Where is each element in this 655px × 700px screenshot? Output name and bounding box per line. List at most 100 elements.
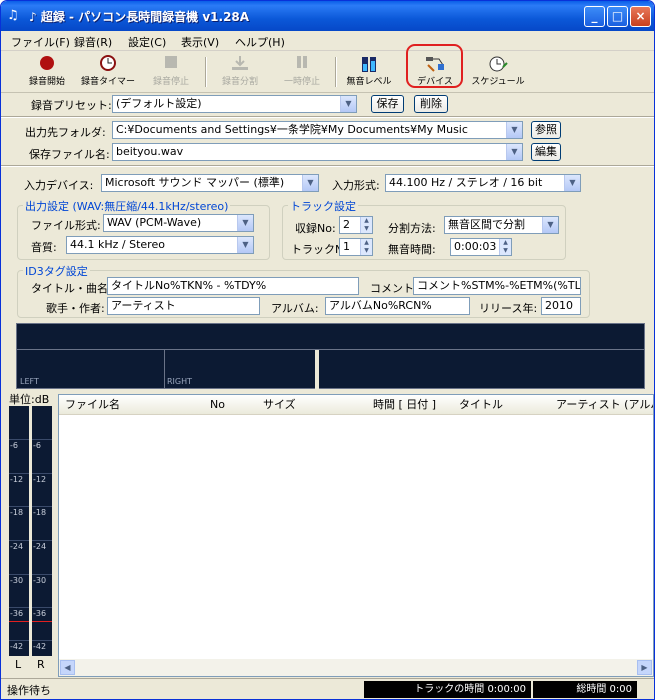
vu-tick-line — [9, 607, 29, 608]
column-time[interactable]: 時間 [ 日付 ] — [297, 395, 453, 415]
album-field[interactable]: アルバムNo%RCN% — [325, 297, 470, 315]
title-bar[interactable]: ♫ ♪ 超録 - パソコン長時間録音機 v1.28A _ □ × — [1, 1, 654, 31]
input-format-label: 入力形式: — [332, 179, 380, 192]
vu-tick-label: -18 — [33, 508, 47, 517]
record-stop-button[interactable]: 録音停止 — [143, 55, 199, 89]
vu-tick-label: -6 — [10, 441, 18, 450]
silence-time-label: 無音時間: — [388, 243, 436, 256]
stepper-arrows-icon[interactable]: ▲ ▼ — [499, 239, 511, 255]
vu-tick-label: -30 — [33, 576, 47, 585]
vu-tick-label: -12 — [10, 475, 24, 484]
file-format-label: ファイル形式: — [31, 219, 101, 232]
vu-tick-label: -18 — [10, 508, 24, 517]
vu-threshold-line — [9, 621, 29, 622]
input-format-select[interactable]: 44.100 Hz / ステレオ / 16 bit ▼ — [385, 174, 581, 192]
split-icon — [212, 55, 268, 73]
track-time-display: トラックの時間 0:00:00 — [364, 681, 531, 698]
vu-tick-label: -6 — [33, 441, 41, 450]
meter-divider — [164, 350, 165, 389]
rec-no-stepper[interactable]: 2 ▲ ▼ — [339, 216, 373, 234]
input-device-select[interactable]: Microsoft サウンド マッパー (標準) ▼ — [101, 174, 319, 192]
minimize-button[interactable]: _ — [584, 6, 605, 27]
meter-divider — [17, 349, 644, 350]
chevron-down-icon: ▼ — [340, 96, 356, 112]
output-settings-title: 出力設定 (WAV:無圧縮/44.1kHz/stereo) — [23, 198, 231, 214]
vu-tick-label: -42 — [10, 642, 24, 651]
stepper-arrows-icon[interactable]: ▲ ▼ — [360, 217, 372, 233]
quality-label: 音質: — [31, 241, 57, 254]
track-no-stepper[interactable]: 1 ▲ ▼ — [339, 238, 373, 256]
preset-save-button[interactable]: 保存 — [371, 95, 404, 113]
save-filename-select[interactable]: beityou.wav ▼ — [112, 143, 523, 161]
chevron-down-icon: ▼ — [542, 217, 558, 233]
close-button[interactable]: × — [630, 6, 651, 27]
preset-select[interactable]: (デフォルト設定) ▼ — [112, 95, 357, 113]
column-no[interactable]: No — [204, 395, 229, 415]
scroll-left-icon[interactable]: ◀ — [60, 660, 75, 675]
total-time-display: 総時間 0:00 — [533, 681, 637, 698]
stepper-arrows-icon[interactable]: ▲ ▼ — [360, 239, 372, 255]
preset-delete-button[interactable]: 削除 — [414, 95, 448, 113]
vu-tick-label: -42 — [33, 642, 47, 651]
menu-file[interactable]: ファイル(F) — [11, 34, 70, 50]
comment-label: コメント: — [370, 282, 418, 295]
column-artist[interactable]: アーティスト (アルバム) — [551, 395, 653, 415]
right-channel-label: RIGHT — [167, 377, 193, 386]
menu-view[interactable]: 表示(V) — [181, 34, 219, 50]
meter-divider — [315, 350, 319, 389]
column-filename[interactable]: ファイル名 — [59, 395, 204, 415]
vu-tick-line — [32, 506, 52, 507]
level-meter-icon — [341, 55, 397, 73]
id3-tag-title: ID3タグ設定 — [23, 263, 90, 279]
output-folder-select[interactable]: C:¥Documents and Settings¥一条学院¥My Docume… — [112, 121, 523, 139]
silence-level-button[interactable]: 無音レベル — [341, 55, 397, 89]
vu-tick-line — [32, 574, 52, 575]
record-timer-button[interactable]: 録音タイマー — [80, 55, 136, 89]
album-label: アルバム: — [271, 302, 319, 315]
toolbar: 録音開始 録音タイマー 録音停止 録音分割 一時停止 無音レベル デバイス スケ… — [1, 51, 654, 93]
vu-tick-line — [32, 540, 52, 541]
split-method-select[interactable]: 無音区間で分割 ▼ — [444, 216, 559, 234]
chevron-down-icon: ▼ — [564, 175, 580, 191]
artist-field[interactable]: アーティスト — [107, 297, 260, 315]
vu-r-label: R — [37, 658, 45, 671]
comment-field[interactable]: コメント%STM%-%ETM%(%TLN%) — [413, 277, 581, 295]
menu-help[interactable]: ヘルプ(H) — [235, 34, 285, 50]
menu-settings[interactable]: 設定(C) — [128, 34, 166, 50]
vu-tick-label: -36 — [10, 609, 24, 618]
chevron-down-icon: ▼ — [506, 122, 522, 138]
timer-icon — [80, 55, 136, 73]
vu-tick-line — [32, 439, 52, 440]
pause-icon — [274, 55, 330, 73]
track-settings-title: トラック設定 — [288, 198, 358, 214]
file-format-select[interactable]: WAV (PCM-Wave) ▼ — [103, 214, 254, 232]
menu-bar: ファイル(F) 録音(R) 設定(C) 表示(V) ヘルプ(H) — [1, 31, 654, 51]
chevron-down-icon: ▼ — [237, 237, 253, 253]
column-title[interactable]: タイトル — [453, 395, 551, 415]
device-highlight-box — [406, 44, 463, 88]
record-split-button[interactable]: 録音分割 — [212, 55, 268, 89]
edit-button[interactable]: 編集 — [531, 143, 561, 161]
menu-record[interactable]: 録音(R) — [74, 34, 112, 50]
horizontal-scrollbar[interactable]: ◀ ▶ — [59, 659, 653, 676]
vu-tick-line — [9, 506, 29, 507]
maximize-button[interactable]: □ — [607, 6, 628, 27]
vu-tick-label: -36 — [33, 609, 47, 618]
output-folder-label: 出力先フォルダ: — [25, 126, 106, 139]
scroll-right-icon[interactable]: ▶ — [637, 660, 652, 675]
column-size[interactable]: サイズ — [229, 395, 297, 415]
title-field[interactable]: タイトルNo%TKN% - %TDY% — [107, 277, 359, 295]
schedule-button[interactable]: スケジュール — [470, 55, 526, 89]
browse-button[interactable]: 参照 — [531, 121, 561, 139]
pause-button[interactable]: 一時停止 — [274, 55, 330, 89]
stop-icon — [143, 55, 199, 73]
vu-tick-line — [9, 640, 29, 641]
release-year-field[interactable]: 2010 — [541, 297, 581, 315]
silence-time-stepper[interactable]: 0:00:03 ▲ ▼ — [450, 238, 512, 256]
file-list[interactable]: ファイル名 No サイズ 時間 [ 日付 ] タイトル アーティスト (アルバム… — [58, 394, 654, 677]
record-start-button[interactable]: 録音開始 — [19, 55, 75, 89]
quality-select[interactable]: 44.1 kHz / Stereo ▼ — [66, 236, 254, 254]
vu-tick-line — [32, 607, 52, 608]
artist-label: 歌手・作者: — [46, 302, 105, 315]
app-window: ♫ ♪ 超録 - パソコン長時間録音機 v1.28A _ □ × ファイル(F)… — [0, 0, 655, 700]
